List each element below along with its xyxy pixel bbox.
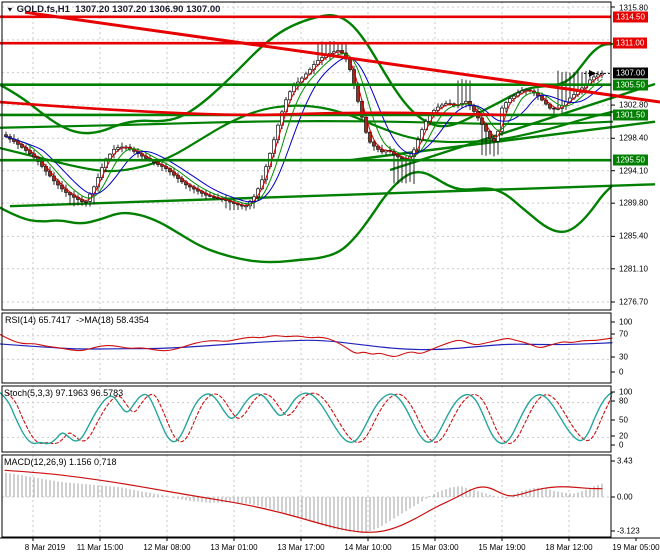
price-tick-label: 1285.40 bbox=[619, 231, 648, 241]
candle bbox=[504, 102, 508, 109]
rsi-tick-label: 30 bbox=[619, 352, 628, 362]
price-tick-label: 1298.40 bbox=[619, 133, 648, 143]
price-tick-label: 1302.80 bbox=[619, 100, 648, 110]
date-label: 13 Mar 01:00 bbox=[210, 543, 258, 552]
date-label: 12 Mar 08:00 bbox=[143, 543, 191, 552]
date-label: 11 Mar 15:00 bbox=[76, 543, 124, 552]
candle bbox=[84, 201, 88, 203]
trading-chart-window: ▼ GOLD.fs,H1 1307.20 1307.20 1306.90 130… bbox=[0, 0, 660, 560]
macd-tick-label: 0.00 bbox=[617, 492, 633, 502]
date-label: 19 Mar 05:00 bbox=[612, 543, 660, 552]
macd-indicator-label: MACD(12,26,9) 1.156 0.718 bbox=[4, 457, 117, 467]
candle bbox=[492, 137, 496, 142]
candle bbox=[552, 107, 556, 110]
rsi-tick-label: 0 bbox=[619, 367, 624, 377]
rsi-tick-label: 70 bbox=[619, 329, 628, 339]
price-badge-sup: 1305.50 bbox=[613, 79, 648, 91]
candle bbox=[372, 141, 376, 147]
stoch-tick-label: 80 bbox=[619, 396, 628, 406]
stoch-tick-label: 100 bbox=[619, 387, 633, 397]
ohlc-values: 1307.20 1307.20 1306.90 1307.00 bbox=[75, 4, 221, 15]
date-label: 15 Mar 19:00 bbox=[478, 543, 526, 552]
date-label: 15 Mar 03:00 bbox=[411, 543, 459, 552]
symbol-label: GOLD.fs,H1 bbox=[16, 4, 70, 15]
date-label: 8 Mar 2019 bbox=[24, 543, 66, 552]
chart-title: ▼ GOLD.fs,H1 1307.20 1307.20 1306.90 130… bbox=[6, 4, 220, 15]
date-label: 13 Mar 17:00 bbox=[277, 543, 325, 552]
candle bbox=[244, 205, 248, 208]
price-badge-sup: 1295.50 bbox=[613, 154, 648, 166]
stoch-tick-label: 20 bbox=[619, 431, 628, 441]
price-badge-last: 1307.00 bbox=[613, 67, 648, 79]
date-label: 18 Mar 12:00 bbox=[545, 543, 593, 552]
stoch-indicator-label: Stoch(5,3,3) 97.1963 96.5783 bbox=[4, 388, 124, 398]
rsi-tick-label: 100 bbox=[619, 317, 633, 327]
price-badge-res: 1311.00 bbox=[613, 37, 648, 49]
stoch-tick-label: 50 bbox=[619, 415, 628, 425]
chart-canvas[interactable] bbox=[0, 0, 660, 560]
price-tick-label: 1289.80 bbox=[619, 198, 648, 208]
price-tick-label: 1276.70 bbox=[619, 297, 648, 307]
price-tick-label: 1281.10 bbox=[619, 264, 648, 274]
price-tick-label: 1294.10 bbox=[619, 166, 648, 176]
price-badge-res: 1314.50 bbox=[613, 11, 648, 23]
price-badge-sup: 1301.50 bbox=[613, 109, 648, 121]
date-label: 14 Mar 10:00 bbox=[344, 543, 392, 552]
candle bbox=[116, 147, 120, 150]
macd-tick-label: 3.43 bbox=[617, 456, 633, 466]
macd-tick-label: -3.123 bbox=[617, 526, 640, 536]
rsi-indicator-label: RSI(14) 65.7417 ->MA(18) 58.4354 bbox=[5, 315, 149, 325]
stoch-tick-label: 0 bbox=[619, 440, 624, 450]
symbol-dropdown-icon[interactable]: ▼ bbox=[6, 6, 14, 13]
